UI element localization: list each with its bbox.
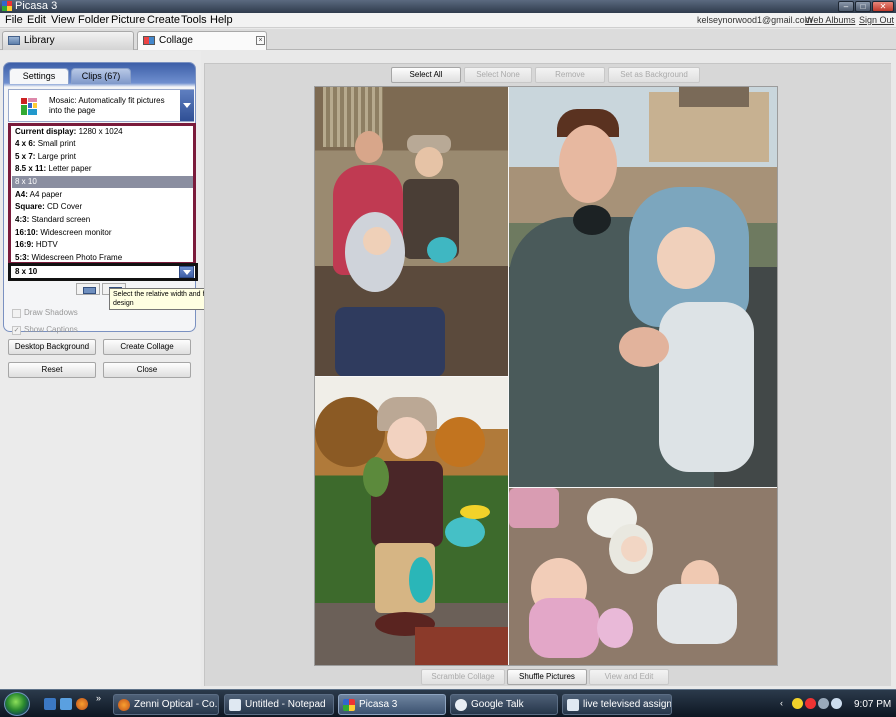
- taskbar-item-notepad[interactable]: Untitled - Notepad: [224, 694, 334, 715]
- windows-taskbar: » Zenni Optical - Co... Untitled - Notep…: [0, 689, 896, 717]
- antivirus-icon[interactable]: [805, 698, 816, 709]
- chevron-down-icon[interactable]: [180, 90, 194, 121]
- size-option-4x6[interactable]: 4 x 6: Small print: [12, 138, 193, 150]
- window-title: Picasa 3: [15, 0, 58, 12]
- reset-button[interactable]: Reset: [8, 362, 96, 378]
- menu-create[interactable]: Create: [147, 14, 180, 27]
- sign-out-link[interactable]: Sign Out: [859, 14, 894, 27]
- menu-edit[interactable]: Edit: [27, 14, 46, 27]
- collage-style-label: Mosaic: Automatically fit pictures into …: [49, 96, 165, 115]
- title-bar: Picasa 3 – □ ✕: [0, 0, 896, 13]
- page-size-dropdown[interactable]: 8 x 10: [8, 263, 198, 281]
- show-desktop-icon[interactable]: [44, 698, 56, 710]
- page-size-list: Current display: 1280 x 1024 4 x 6: Smal…: [8, 123, 196, 265]
- menu-folder[interactable]: Folder: [78, 14, 109, 27]
- chat-bubble-icon: [455, 699, 467, 711]
- start-button[interactable]: [4, 692, 30, 716]
- library-icon: [8, 36, 20, 45]
- minimize-button[interactable]: –: [838, 1, 854, 12]
- view-tabs: Library Collage ×: [0, 29, 896, 50]
- picasa-icon: [343, 699, 355, 711]
- size-option-a4[interactable]: A4: A4 paper: [12, 189, 193, 201]
- collage-photo-family-indoors[interactable]: [315, 87, 508, 376]
- collage-workspace: Select All Select None Remove Set as Bac…: [204, 63, 891, 686]
- quick-launch-more-icon[interactable]: »: [96, 694, 104, 703]
- size-option-16-10[interactable]: 16:10: Widescreen monitor: [12, 227, 193, 239]
- maximize-button[interactable]: □: [855, 1, 871, 12]
- chevron-down-icon[interactable]: [179, 266, 194, 278]
- network-icon[interactable]: [818, 698, 829, 709]
- set-as-background-button[interactable]: Set as Background: [608, 67, 700, 83]
- draw-shadows-checkbox[interactable]: Draw Shadows: [12, 308, 122, 320]
- notepad-icon: [229, 699, 241, 711]
- create-collage-button[interactable]: Create Collage: [103, 339, 191, 355]
- close-collage-button[interactable]: Close: [103, 362, 191, 378]
- collage-photo-father-baby[interactable]: [509, 87, 777, 487]
- collage-style-dropdown[interactable]: Mosaic: Automatically fit pictures into …: [8, 89, 194, 122]
- firefox-icon[interactable]: [76, 698, 88, 710]
- size-option-16-9[interactable]: 16:9: HDTV: [12, 239, 193, 251]
- system-tray: ‹ 9:07 PM: [780, 694, 894, 715]
- firefox-icon: [118, 699, 130, 711]
- taskbar-item-label: Zenni Optical - Co...: [134, 699, 219, 710]
- menu-bar: File Edit View Folder Picture Create Too…: [0, 13, 896, 28]
- scramble-collage-button[interactable]: Scramble Collage: [421, 669, 505, 685]
- close-tab-icon[interactable]: ×: [256, 36, 265, 45]
- switch-windows-icon[interactable]: [60, 698, 72, 710]
- account-email: kelseynorwood1@gmail.com: [697, 15, 813, 25]
- collage-canvas[interactable]: [314, 86, 778, 666]
- collage-icon: [143, 36, 155, 45]
- collage-photo-babies-carpet[interactable]: [509, 488, 777, 665]
- show-captions-label: Show Captions: [24, 325, 78, 334]
- mosaic-icon: [21, 98, 37, 115]
- draw-shadows-label: Draw Shadows: [24, 308, 78, 317]
- page-size-value: 8 x 10: [15, 267, 38, 276]
- size-option-current-display[interactable]: Current display: 1280 x 1024: [12, 126, 193, 138]
- menu-file[interactable]: File: [5, 14, 23, 27]
- taskbar-item-label: live televised assign...: [583, 699, 672, 710]
- close-window-button[interactable]: ✕: [872, 1, 894, 12]
- picasa-app-icon: [2, 1, 12, 11]
- chevron-left-icon[interactable]: ‹: [780, 699, 786, 708]
- show-captions-checkbox[interactable]: ✓ Show Captions: [12, 325, 122, 337]
- tab-clips[interactable]: Clips (67): [71, 68, 131, 84]
- warning-icon[interactable]: [792, 698, 803, 709]
- desktop-background-button[interactable]: Desktop Background: [8, 339, 96, 355]
- volume-icon[interactable]: [831, 698, 842, 709]
- tab-settings[interactable]: Settings: [9, 68, 69, 84]
- clock[interactable]: 9:07 PM: [854, 694, 891, 715]
- shuffle-pictures-button[interactable]: Shuffle Pictures: [507, 669, 587, 685]
- document-icon: [567, 699, 579, 711]
- remove-button[interactable]: Remove: [535, 67, 605, 83]
- select-all-button[interactable]: Select All: [391, 67, 461, 83]
- taskbar-item-google-talk[interactable]: Google Talk: [450, 694, 558, 715]
- size-option-square[interactable]: Square: CD Cover: [12, 201, 193, 213]
- view-and-edit-button[interactable]: View and Edit: [589, 669, 669, 685]
- taskbar-item-word[interactable]: live televised assign...: [562, 694, 672, 715]
- size-option-4-3[interactable]: 4:3: Standard screen: [12, 214, 193, 226]
- web-albums-link[interactable]: Web Albums: [805, 14, 855, 27]
- taskbar-item-picasa[interactable]: Picasa 3: [338, 694, 446, 715]
- checkbox-icon: [12, 309, 21, 318]
- landscape-orientation-button[interactable]: [76, 283, 100, 295]
- menu-tools[interactable]: Tools: [181, 14, 207, 27]
- menu-help[interactable]: Help: [210, 14, 233, 27]
- taskbar-item-label: Picasa 3: [359, 699, 398, 710]
- size-option-8-5x11[interactable]: 8.5 x 11: Letter paper: [12, 163, 193, 175]
- taskbar-item-label: Google Talk: [471, 699, 524, 710]
- select-none-button[interactable]: Select None: [464, 67, 532, 83]
- menu-view[interactable]: View: [51, 14, 75, 27]
- taskbar-item-label: Untitled - Notepad: [245, 699, 326, 710]
- tab-library-label: Library: [24, 35, 55, 46]
- collage-settings-panel: Settings Clips (67) Mosaic: Automaticall…: [0, 51, 201, 689]
- size-option-5x7[interactable]: 5 x 7: Large print: [12, 151, 193, 163]
- tab-library[interactable]: Library: [2, 31, 134, 50]
- checkmark-icon: ✓: [12, 326, 21, 335]
- taskbar-item-zenni[interactable]: Zenni Optical - Co...: [113, 694, 219, 715]
- tab-collage[interactable]: Collage ×: [137, 31, 267, 50]
- size-option-8x10[interactable]: 8 x 10: [12, 176, 193, 188]
- collage-photo-toddler-outside[interactable]: [315, 377, 508, 665]
- tab-collage-label: Collage: [159, 35, 193, 46]
- menu-picture[interactable]: Picture: [111, 14, 145, 27]
